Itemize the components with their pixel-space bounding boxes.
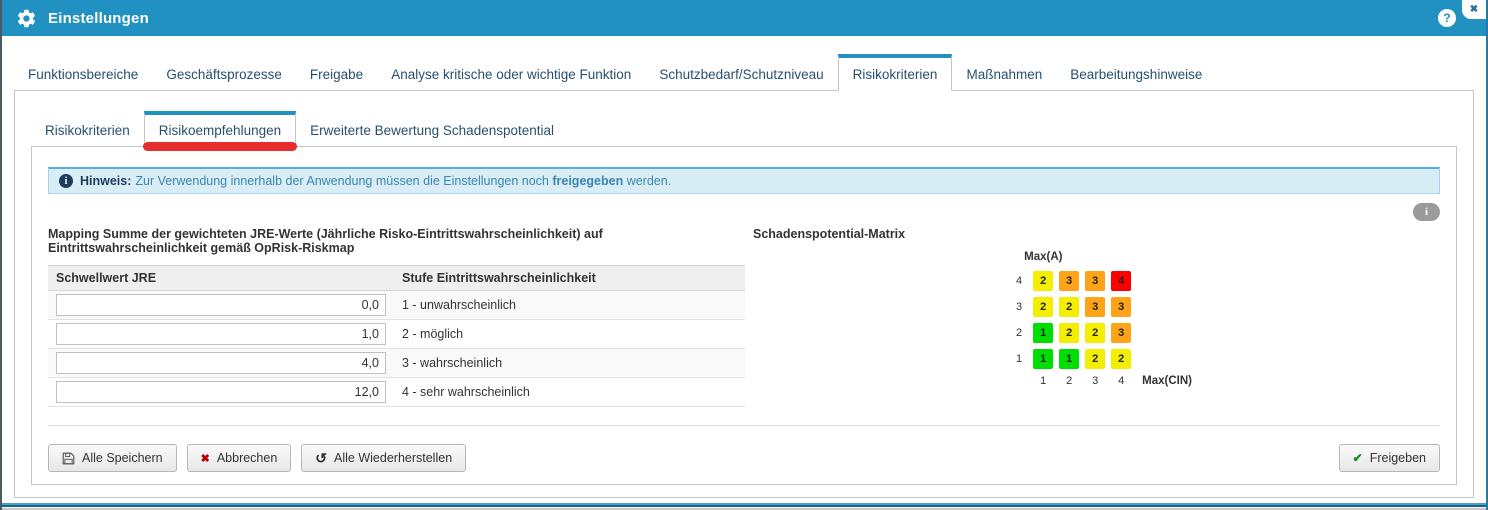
info-icon: i bbox=[59, 174, 73, 188]
save-all-button[interactable]: Alle Speichern bbox=[48, 444, 177, 472]
matrix-cell: 3 bbox=[1085, 297, 1105, 317]
close-icon[interactable]: ✖ bbox=[1462, 0, 1486, 19]
matrix-cell: 2 bbox=[1033, 271, 1053, 291]
save-icon bbox=[62, 452, 75, 465]
risikoempfehlungen-panel: i Hinweis: Zur Verwendung innerhalb der … bbox=[31, 147, 1457, 485]
matrix-cell: 2 bbox=[1085, 349, 1105, 369]
restore-icon: ↺ bbox=[315, 451, 327, 465]
matrix-row: 1 1 1 2 2 bbox=[1010, 349, 1192, 369]
matrix-cell: 1 bbox=[1033, 349, 1053, 369]
matrix-cell: 1 bbox=[1059, 349, 1079, 369]
content-row: Mapping Summe der gewichteten JRE-Werte … bbox=[48, 227, 1440, 407]
matrix-cell: 3 bbox=[1111, 297, 1131, 317]
jre-threshold-input-1[interactable] bbox=[56, 294, 386, 316]
jre-threshold-input-2[interactable] bbox=[56, 323, 386, 345]
jre-threshold-input-3[interactable] bbox=[56, 352, 386, 374]
table-row: 1 - unwahrscheinlich bbox=[48, 291, 745, 320]
main-tabs: Funktionsbereiche Geschäftsprozesse Frei… bbox=[14, 54, 1474, 91]
tab-analyse-kritische-funktion[interactable]: Analyse kritische oder wichtige Funktion bbox=[377, 54, 645, 90]
subtab-risikokriterien[interactable]: Risikokriterien bbox=[31, 111, 144, 146]
subtab-label: Risikoempfehlungen bbox=[159, 123, 281, 138]
column-header-schwellwert: Schwellwert JRE bbox=[48, 266, 394, 291]
divider bbox=[48, 425, 1440, 426]
risikokriterien-panel: Risikokriterien Risikoempfehlungen Erwei… bbox=[14, 91, 1474, 498]
x-icon: ✖ bbox=[201, 452, 210, 465]
red-highlight-marker bbox=[143, 142, 297, 151]
settings-window: Einstellungen ? ✖ Funktionsbereiche Gesc… bbox=[0, 0, 1488, 510]
right-button-group: ✔ Freigeben bbox=[1339, 444, 1440, 472]
subtab-erweiterte-bewertung[interactable]: Erweiterte Bewertung Schadenspotential bbox=[296, 111, 568, 146]
column-header-stufe: Stufe Eintrittswahrscheinlichkeit bbox=[394, 266, 745, 291]
abort-button[interactable]: ✖ Abbrechen bbox=[187, 444, 292, 472]
info-pill-icon[interactable]: i bbox=[1413, 203, 1440, 221]
stufe-label: 1 - unwahrscheinlich bbox=[394, 291, 745, 320]
titlebar: Einstellungen ? ✖ bbox=[2, 0, 1486, 36]
hint-text: Zur Verwendung innerhalb der Anwendung m… bbox=[135, 174, 671, 188]
tab-freigabe[interactable]: Freigabe bbox=[296, 54, 377, 90]
mapping-heading: Mapping Summe der gewichteten JRE-Werte … bbox=[48, 227, 745, 255]
tab-schutzbedarf[interactable]: Schutzbedarf/Schutzniveau bbox=[645, 54, 837, 90]
matrix-section: Schadenspotential-Matrix Max(A) 4 2 3 3 … bbox=[745, 227, 1440, 407]
schadenspotential-matrix: Max(A) 4 2 3 3 4 3 2 2 3 bbox=[1010, 251, 1192, 387]
matrix-cell: 2 bbox=[1085, 323, 1105, 343]
matrix-cell: 1 bbox=[1033, 323, 1053, 343]
restore-all-button[interactable]: ↺ Alle Wiederherstellen bbox=[301, 444, 466, 472]
matrix-y-axis-label: Max(A) bbox=[1024, 251, 1192, 263]
table-row: 3 - wahrscheinlich bbox=[48, 349, 745, 378]
left-button-group: Alle Speichern ✖ Abbrechen ↺ Alle Wieder… bbox=[48, 444, 466, 472]
window-bottom-edge bbox=[2, 502, 1486, 510]
matrix-cell: 2 bbox=[1059, 323, 1079, 343]
jre-threshold-input-4[interactable] bbox=[56, 381, 386, 403]
stufe-label: 4 - sehr wahrscheinlich bbox=[394, 378, 745, 407]
check-icon: ✔ bbox=[1353, 451, 1363, 465]
jre-mapping-table: Schwellwert JRE Stufe Eintrittswahrschei… bbox=[48, 265, 745, 407]
gear-icon bbox=[16, 8, 37, 29]
matrix-row: 2 1 2 2 3 bbox=[1010, 323, 1192, 343]
table-row: 4 - sehr wahrscheinlich bbox=[48, 378, 745, 407]
sub-tabs: Risikokriterien Risikoempfehlungen Erwei… bbox=[31, 111, 1457, 147]
tab-geschaeftsprozesse[interactable]: Geschäftsprozesse bbox=[152, 54, 296, 90]
tab-funktionsbereiche[interactable]: Funktionsbereiche bbox=[14, 54, 152, 90]
matrix-cell: 2 bbox=[1033, 297, 1053, 317]
matrix-x-axis-label: Max(CIN) bbox=[1142, 375, 1192, 387]
hint-label: Hinweis: bbox=[80, 174, 131, 188]
matrix-x-axis: 1 2 3 4 Max(CIN) bbox=[1033, 375, 1192, 387]
tab-risikokriterien[interactable]: Risikokriterien bbox=[838, 54, 953, 91]
matrix-cell: 3 bbox=[1059, 271, 1079, 291]
matrix-cell: 3 bbox=[1085, 271, 1105, 291]
footer-buttons: Alle Speichern ✖ Abbrechen ↺ Alle Wieder… bbox=[48, 444, 1440, 472]
matrix-row: 3 2 2 3 3 bbox=[1010, 297, 1192, 317]
matrix-cell: 3 bbox=[1111, 323, 1131, 343]
matrix-heading: Schadenspotential-Matrix bbox=[753, 227, 1440, 241]
window-title: Einstellungen bbox=[48, 10, 149, 27]
stufe-label: 2 - möglich bbox=[394, 320, 745, 349]
table-row: 2 - möglich bbox=[48, 320, 745, 349]
matrix-cell: 2 bbox=[1111, 349, 1131, 369]
release-button[interactable]: ✔ Freigeben bbox=[1339, 444, 1440, 472]
matrix-cell: 2 bbox=[1059, 297, 1079, 317]
matrix-cell: 4 bbox=[1111, 271, 1131, 291]
mapping-section: Mapping Summe der gewichteten JRE-Werte … bbox=[48, 227, 745, 407]
stufe-label: 3 - wahrscheinlich bbox=[394, 349, 745, 378]
tab-massnahmen[interactable]: Maßnahmen bbox=[952, 54, 1056, 90]
hint-bar: i Hinweis: Zur Verwendung innerhalb der … bbox=[48, 167, 1440, 194]
tab-bearbeitungshinweise[interactable]: Bearbeitungshinweise bbox=[1056, 54, 1216, 90]
subtab-risikoempfehlungen[interactable]: Risikoempfehlungen bbox=[144, 111, 296, 147]
pill-row: i bbox=[48, 203, 1440, 221]
help-icon[interactable]: ? bbox=[1438, 9, 1456, 27]
matrix-row: 4 2 3 3 4 bbox=[1010, 271, 1192, 291]
